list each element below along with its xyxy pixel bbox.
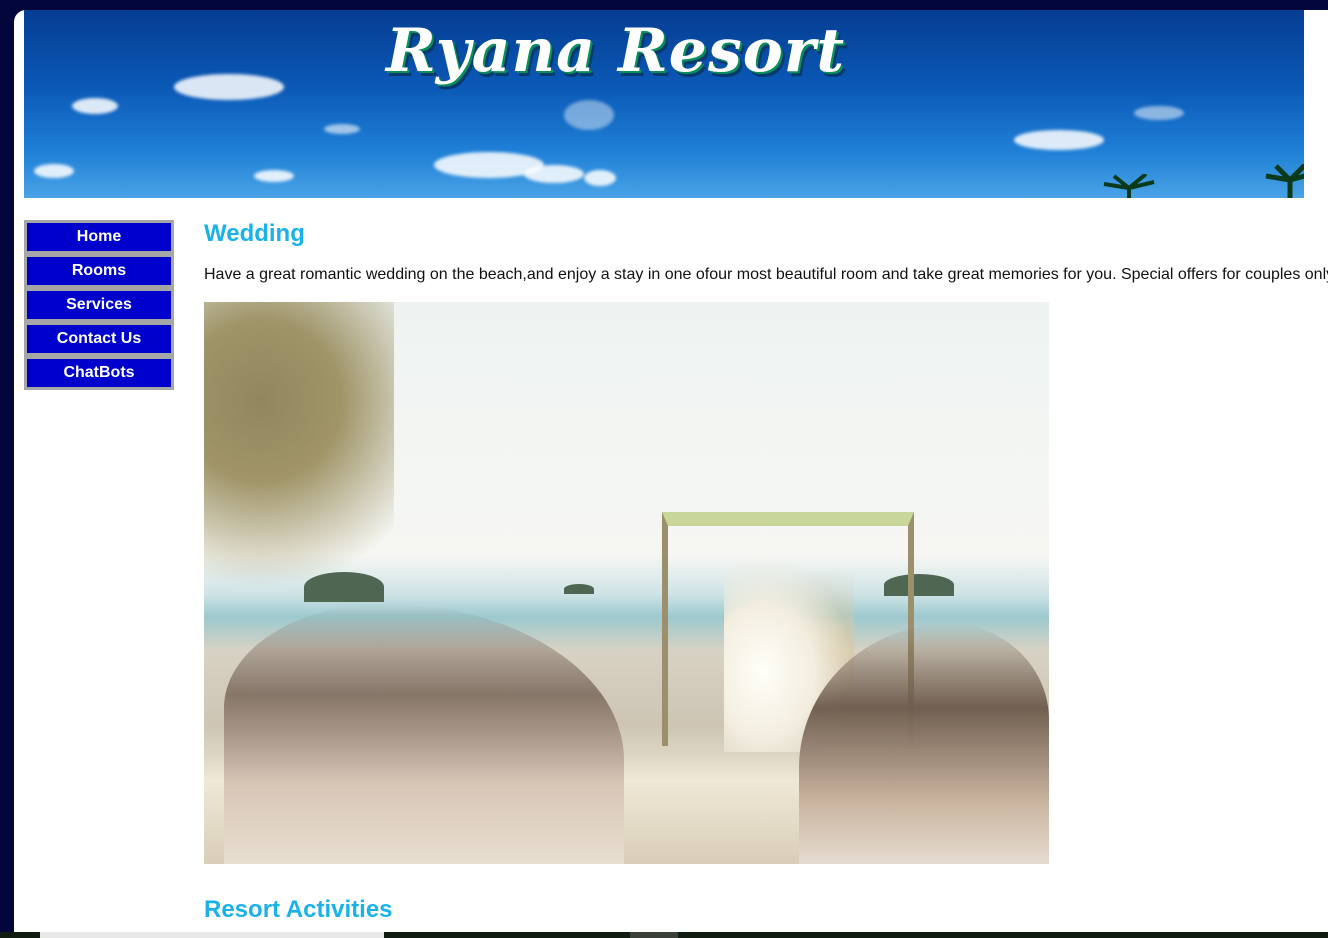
nav-item-contact-us[interactable]: Contact Us — [24, 322, 174, 356]
nav-item-home[interactable]: Home — [24, 220, 174, 254]
site-title: Ryana Resort — [386, 16, 846, 86]
nav-item-rooms[interactable]: Rooms — [24, 254, 174, 288]
page-title: Wedding — [204, 220, 305, 247]
section-title: Resort Activities — [204, 896, 393, 923]
palm-tree-icon — [1103, 174, 1155, 198]
main-content: Wedding Have a great romantic wedding on… — [204, 220, 1328, 923]
nav-item-chatbots[interactable]: ChatBots — [24, 356, 174, 390]
palm-tree-icon — [1265, 164, 1304, 198]
nav-item-services[interactable]: Services — [24, 288, 174, 322]
page-description: Have a great romantic wedding on the bea… — [204, 266, 1328, 283]
taskbar-strip — [0, 932, 1328, 938]
page-container: Ryana Resort Home Rooms Services Contact… — [14, 10, 1328, 932]
header-banner: Ryana Resort — [24, 10, 1304, 198]
wedding-photo — [204, 302, 1049, 864]
sidebar-nav: Home Rooms Services Contact Us ChatBots — [24, 220, 174, 390]
